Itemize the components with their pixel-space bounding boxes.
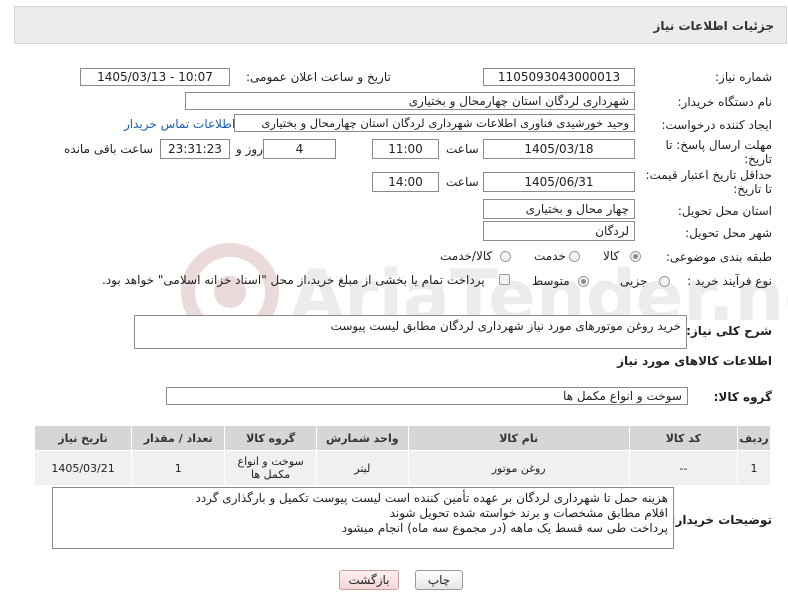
category-goods-service-label: کالا/خدمت — [440, 249, 493, 263]
buyer-notes-field: هزینه حمل تا شهرداری لردگان بر عهده تأمی… — [52, 487, 674, 549]
col-header-goods-code: کد کالا — [628, 425, 739, 451]
category-goods-radio[interactable] — [630, 251, 641, 262]
days-and-label: روز و — [236, 142, 263, 156]
goods-info-title: اطلاعات کالاهای مورد نیاز — [617, 354, 772, 368]
validity-date-field: 1405/06/31 — [483, 172, 635, 192]
creator-field: وحید خورشیدی فناوری اطلاعات شهرداری لردگ… — [234, 114, 635, 132]
reply-time-label: ساعت — [446, 142, 479, 156]
process-medium-radio[interactable] — [578, 276, 589, 287]
buyer-notes-label: توضیحات خریدار: — [670, 513, 772, 527]
price-validity-label: حداقل تاریخ اعتبار قیمت: تا تاریخ: — [645, 168, 772, 196]
cell-unit: لیتر — [315, 450, 409, 486]
goods-table: ردیف کد کالا نام کالا واحد شمارش گروه کا… — [33, 425, 771, 486]
col-header-goods-name: نام کالا — [407, 425, 630, 451]
col-header-unit: واحد شمارش — [315, 425, 409, 451]
buyer-notes-line-1: هزینه حمل تا شهرداری لردگان بر عهده تأمی… — [195, 491, 668, 505]
city-field: لردگان — [483, 221, 635, 241]
goods-group-field: سوخت و انواع مکمل ها — [166, 387, 688, 405]
cell-goods-group: سوخت و انواع مکمل ها — [224, 450, 317, 486]
creator-label: ایجاد کننده درخواست: — [661, 118, 772, 132]
remaining-label: ساعت باقی مانده — [64, 142, 154, 156]
col-header-quantity: تعداد / مقدار — [131, 425, 226, 451]
buyer-notes-line-2: اقلام مطابق مشخصات و برند خواسته شده تحو… — [389, 506, 668, 520]
page-header: جزئیات اطلاعات نیاز — [14, 6, 787, 44]
category-goods-service-radio[interactable] — [500, 251, 511, 262]
reply-date-field: 1405/03/18 — [483, 139, 635, 159]
process-minor-radio[interactable] — [659, 276, 670, 287]
col-header-need-date: تاریخ نیاز — [33, 425, 133, 451]
cell-goods-code: -- — [628, 450, 739, 486]
cell-row-number: 1 — [737, 450, 771, 486]
city-label: شهر محل تحویل: — [685, 226, 772, 240]
reply-time-field: 11:00 — [372, 139, 439, 159]
process-minor-label: جزیی — [620, 274, 648, 288]
announce-label: تاریخ و ساعت اعلان عمومی: — [246, 70, 391, 84]
buyer-notes-line-3: پرداخت طی سه قسط یک ماهه (در مجموع سه ما… — [341, 521, 668, 535]
days-field: 4 — [263, 139, 336, 159]
treasury-checkbox[interactable] — [499, 274, 510, 285]
category-service-radio[interactable] — [569, 251, 580, 262]
col-header-row-number: ردیف — [737, 425, 771, 451]
contact-info-link[interactable]: اطلاعات تماس خریدار — [124, 117, 235, 131]
province-label: استان محل تحویل: — [677, 204, 772, 218]
cell-quantity: 1 — [131, 450, 226, 486]
goods-table-header-row: ردیف کد کالا نام کالا واحد شمارش گروه کا… — [33, 425, 771, 451]
remaining-time-field: 23:31:23 — [160, 139, 230, 159]
print-button[interactable]: چاپ — [415, 570, 463, 590]
page-title: جزئیات اطلاعات نیاز — [653, 19, 774, 33]
buyer-org-field: شهرداری لردگان استان چهارمحال و بختیاری — [185, 92, 635, 110]
validity-time-label: ساعت — [446, 175, 479, 189]
buyer-org-label: نام دستگاه خریدار: — [677, 95, 773, 109]
table-row: 1 -- روغن موتور لیتر سوخت و انواع مکمل ه… — [33, 450, 771, 486]
need-number-label: شماره نیاز: — [715, 70, 772, 84]
payment-note: پرداخت تمام یا بخشی از مبلغ خرید،از محل … — [102, 273, 485, 287]
process-medium-label: متوسط — [532, 274, 570, 288]
province-field: چهار محال و بختیاری — [483, 199, 635, 219]
cell-goods-name: روغن موتور — [407, 450, 630, 486]
col-header-goods-group: گروه کالا — [224, 425, 317, 451]
process-type-label: نوع فرآیند خرید : — [687, 274, 772, 288]
category-goods-label: کالا — [603, 249, 620, 263]
back-button[interactable]: بازگشت — [339, 570, 399, 590]
description-field: خرید روغن موتورهای مورد نیاز شهرداری لرد… — [134, 315, 687, 349]
category-label: طبقه بندی موضوعی: — [665, 250, 772, 264]
validity-time-field: 14:00 — [372, 172, 439, 192]
description-label: شرح کلی نیاز: — [686, 324, 772, 338]
need-number-field: 1105093043000013 — [483, 68, 635, 86]
cell-need-date: 1405/03/21 — [33, 450, 133, 486]
reply-deadline-label: مهلت ارسال پاسخ: تا تاریخ: — [665, 138, 772, 166]
category-service-label: خدمت — [534, 249, 566, 263]
goods-group-label: گروه کالا: — [713, 390, 772, 404]
announce-datetime-field: 1405/03/13 - 10:07 — [80, 68, 230, 86]
